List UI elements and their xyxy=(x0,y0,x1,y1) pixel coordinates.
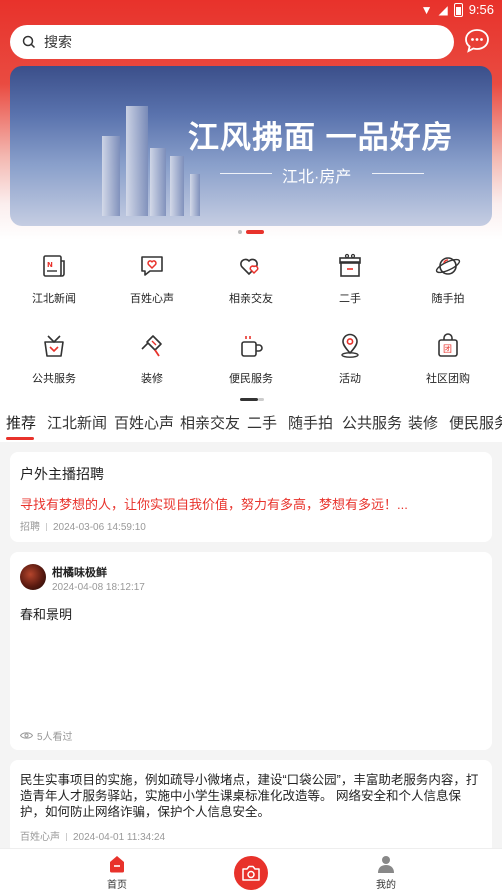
carousel-indicator xyxy=(238,230,264,234)
post-text: 春和景明 xyxy=(20,607,73,622)
signal-icon: ◢ xyxy=(438,2,448,17)
grid-item-public-service[interactable]: 公共服务 xyxy=(4,332,104,386)
home-icon xyxy=(110,856,124,873)
nav-mine-label: 我的 xyxy=(376,880,396,891)
banner-title: 江风拂面 一品好房 xyxy=(188,120,454,155)
grid-label: 相亲交友 xyxy=(229,293,273,305)
grid-item-dating[interactable]: 相亲交友 xyxy=(201,252,301,306)
banner-subtitle: 江北·房产 xyxy=(282,169,352,186)
post-category: 招聘 xyxy=(20,522,40,533)
double-heart-icon xyxy=(240,258,259,276)
carousel-dot xyxy=(238,230,242,234)
brush-icon xyxy=(141,335,162,357)
camera-button[interactable] xyxy=(234,856,268,890)
tab-dating[interactable]: 相亲交友 xyxy=(180,412,240,433)
gift-bag-icon xyxy=(44,335,64,357)
eye-icon xyxy=(20,732,33,739)
svg-text:N: N xyxy=(47,261,53,269)
nav-home[interactable]: 首页 xyxy=(87,854,147,891)
tab-secondhand[interactable]: 二手 xyxy=(247,412,277,433)
post-time: 2024-04-01 11:34:24 xyxy=(73,832,166,843)
carousel-dot-active xyxy=(246,230,264,234)
grid-label: 随手拍 xyxy=(431,293,465,305)
search-icon xyxy=(22,35,36,49)
grid-item-group-buy[interactable]: 团 社区团购 xyxy=(398,332,498,386)
avatar[interactable] xyxy=(20,564,46,590)
post-highlight: 寻找有梦想的人，让你实现自我价值，努力有多高，梦想有多远！... xyxy=(20,497,408,512)
tab-recommend[interactable]: 推荐 xyxy=(6,412,36,433)
grid-label: 社区团购 xyxy=(426,373,470,385)
status-time: 9:56 xyxy=(468,2,494,17)
banner-building xyxy=(170,156,184,216)
user-icon xyxy=(378,856,394,873)
banner-divider xyxy=(372,173,424,174)
grid-item-jiangbei-news[interactable]: N 江北新闻 xyxy=(4,252,104,306)
grid-label: 活动 xyxy=(339,373,361,385)
banner-divider xyxy=(220,173,272,174)
svg-text:团: 团 xyxy=(443,344,452,355)
grid-page-indicator xyxy=(258,398,264,401)
post-time: 2024-04-08 18:12:17 xyxy=(52,582,145,593)
post-meta: 招聘 2024-03-06 14:59:10 xyxy=(20,518,146,533)
tab-jiangbei-news[interactable]: 江北新闻 xyxy=(47,412,107,433)
banner-building xyxy=(190,174,200,216)
category-grid: N 江北新闻 百姓心声 相亲交友 二手 随手拍 公共服务 装修 便民服务 活动 … xyxy=(0,240,502,402)
nav-home-label: 首页 xyxy=(107,880,127,891)
grid-item-convenience[interactable]: 便民服务 xyxy=(201,332,301,386)
banner-building xyxy=(102,136,120,216)
post-text: 民生实事项目的实施，例如疏导小微堵点，建设“口袋公园”，丰富助老服务内容，打造青… xyxy=(20,773,479,819)
newspaper-icon: N xyxy=(43,255,65,277)
post-time: 2024-03-06 14:59:10 xyxy=(53,522,146,533)
category-tabs: 推荐 江北新闻 百姓心声 相亲交友 二手 随手拍 公共服务 装修 便民服务 xyxy=(0,402,502,442)
views-count: 5人看过 xyxy=(37,732,73,743)
tab-snapshot[interactable]: 随手拍 xyxy=(288,412,333,433)
grid-item-people-voice[interactable]: 百姓心声 xyxy=(102,252,202,306)
status-bar: ▼ ◢ 9:56 xyxy=(0,0,502,22)
banner-building xyxy=(126,106,148,216)
banner-carousel[interactable]: 江风拂面 一品好房 江北·房产 xyxy=(10,66,492,226)
search-bar[interactable]: 搜索 xyxy=(10,25,454,59)
grid-label: 江北新闻 xyxy=(32,293,76,305)
grid-item-renovation[interactable]: 装修 xyxy=(102,332,202,386)
grid-item-events[interactable]: 活动 xyxy=(300,332,400,386)
heart-chat-icon xyxy=(141,256,163,276)
post-title: 户外主播招聘 xyxy=(20,466,104,482)
post-card[interactable]: 民生实事项目的实施，例如疏导小微堵点，建设“口袋公园”，丰富助老服务内容，打造青… xyxy=(10,760,492,854)
post-author[interactable]: 柑橘味极鲜 xyxy=(52,564,107,580)
wifi-icon: ▼ xyxy=(420,2,433,17)
nav-mine[interactable]: 我的 xyxy=(356,854,416,891)
post-meta: 百姓心声 2024-04-01 11:34:24 xyxy=(20,828,165,843)
tab-public-service[interactable]: 公共服务 xyxy=(342,412,402,433)
camera-icon xyxy=(242,865,260,881)
location-pin-icon xyxy=(341,333,359,358)
grid-label: 装修 xyxy=(141,373,163,385)
grid-item-secondhand[interactable]: 二手 xyxy=(300,252,400,306)
grid-label: 公共服务 xyxy=(32,373,76,385)
post-category: 百姓心声 xyxy=(20,832,60,843)
grid-page-indicator xyxy=(240,398,258,401)
post-card[interactable]: 柑橘味极鲜 2024-04-08 18:12:17 春和景明 5人看过 xyxy=(10,552,492,750)
tab-people-voice[interactable]: 百姓心声 xyxy=(114,412,174,433)
battery-icon xyxy=(453,2,463,17)
message-icon[interactable] xyxy=(464,28,490,54)
group-buy-bag-icon: 团 xyxy=(438,333,458,357)
search-placeholder: 搜索 xyxy=(44,34,72,50)
secondhand-box-icon xyxy=(339,253,361,277)
grid-label: 百姓心声 xyxy=(130,293,174,305)
post-views: 5人看过 xyxy=(20,728,73,743)
tab-renovation[interactable]: 装修 xyxy=(408,412,438,433)
planet-icon xyxy=(435,257,461,275)
tab-active-indicator xyxy=(6,437,34,440)
coffee-cup-icon xyxy=(241,336,263,357)
tab-convenience[interactable]: 便民服务 xyxy=(449,412,502,433)
grid-label: 便民服务 xyxy=(229,373,273,385)
grid-item-snapshot[interactable]: 随手拍 xyxy=(398,252,498,306)
post-card[interactable]: 户外主播招聘 寻找有梦想的人，让你实现自我价值，努力有多高，梦想有多远！... … xyxy=(10,452,492,542)
banner-building xyxy=(150,148,166,216)
grid-label: 二手 xyxy=(339,293,361,305)
